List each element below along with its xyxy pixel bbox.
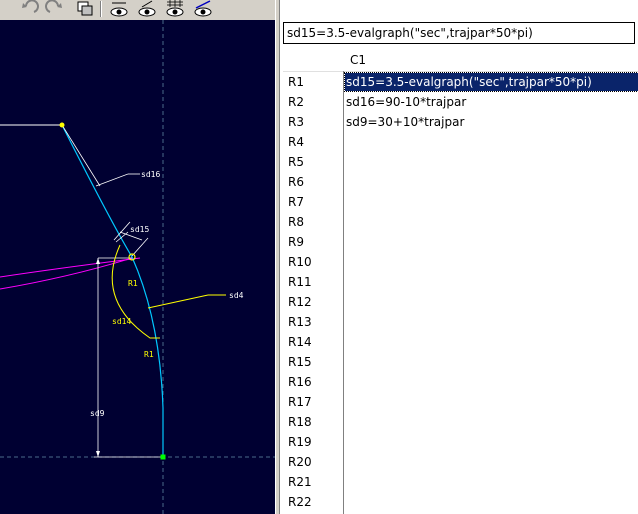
sketch-canvas[interactable]: sd16 sd15 sd4 sd14 sd9 R1 R1 bbox=[0, 20, 275, 514]
row-label[interactable]: R7 bbox=[288, 192, 304, 212]
relation-cell[interactable] bbox=[345, 233, 350, 251]
end-point bbox=[160, 454, 166, 460]
table-row: R19 bbox=[283, 432, 638, 452]
sd16-leader bbox=[61, 124, 101, 187]
table-row: R10 bbox=[283, 252, 638, 272]
row-label[interactable]: R12 bbox=[288, 292, 312, 312]
table-row: R16 bbox=[283, 372, 638, 392]
row-label[interactable]: R20 bbox=[288, 452, 312, 472]
relation-cell[interactable] bbox=[345, 173, 350, 191]
relation-cell[interactable] bbox=[345, 253, 350, 271]
row-label[interactable]: R2 bbox=[288, 92, 304, 112]
column-header-c1[interactable]: C1 bbox=[345, 50, 638, 71]
relation-cell[interactable] bbox=[345, 373, 350, 391]
sd4-leader bbox=[147, 294, 209, 309]
eye-dimension-icon[interactable] bbox=[136, 0, 158, 18]
sd15-label: sd15 bbox=[130, 225, 149, 234]
row-label[interactable]: R1 bbox=[288, 72, 304, 92]
row-label[interactable]: R15 bbox=[288, 352, 312, 372]
sd16-label: sd16 bbox=[141, 170, 160, 179]
relation-cell[interactable] bbox=[345, 133, 350, 151]
relation-cell[interactable] bbox=[345, 453, 350, 471]
row-label[interactable]: R6 bbox=[288, 172, 304, 192]
table-row: R1 sd15=3.5-evalgraph("sec",trajpar*50*pi… bbox=[283, 72, 638, 92]
sd4-label: sd4 bbox=[229, 291, 244, 300]
row-label[interactable]: R3 bbox=[288, 112, 304, 132]
table-row: R8 bbox=[283, 212, 638, 232]
table-row: R6 bbox=[283, 172, 638, 192]
table-row: R18 bbox=[283, 412, 638, 432]
table-row: R20 bbox=[283, 452, 638, 472]
sd14-label: sd14 bbox=[112, 317, 131, 326]
table-row: R14 bbox=[283, 332, 638, 352]
trajectory-curve bbox=[0, 257, 141, 278]
relations-grid: C1 R1 sd15=3.5-evalgraph("sec",trajpar*50… bbox=[283, 50, 638, 514]
relation-cell[interactable]: sd16=90-10*trajpar bbox=[345, 93, 470, 111]
table-row: R4 bbox=[283, 132, 638, 152]
table-row: R9 bbox=[283, 232, 638, 252]
table-row: R21 bbox=[283, 472, 638, 492]
row-label[interactable]: R17 bbox=[288, 392, 312, 412]
eye-grid-icon[interactable] bbox=[164, 0, 186, 18]
redo-icon[interactable] bbox=[44, 0, 66, 18]
relation-cell[interactable] bbox=[345, 393, 350, 411]
relation-cell[interactable] bbox=[345, 153, 350, 171]
row-label[interactable]: R8 bbox=[288, 212, 304, 232]
relation-cell[interactable]: sd15=3.5-evalgraph("sec",trajpar*50*pi) bbox=[344, 72, 638, 92]
eye-sketch-icon[interactable] bbox=[192, 0, 214, 18]
formula-bar[interactable]: sd15=3.5-evalgraph("sec",trajpar*50*pi) bbox=[283, 22, 635, 44]
relation-cell[interactable] bbox=[345, 313, 350, 331]
row-label[interactable]: R10 bbox=[288, 252, 312, 272]
relation-cell[interactable] bbox=[345, 413, 350, 431]
relation-cell[interactable] bbox=[345, 473, 350, 491]
relation-cell[interactable] bbox=[345, 193, 350, 211]
relation-cell[interactable] bbox=[345, 213, 350, 231]
radius-label-top: R1 bbox=[128, 279, 138, 288]
table-row: R17 bbox=[283, 392, 638, 412]
undo-icon[interactable] bbox=[18, 0, 40, 18]
row-label[interactable]: R13 bbox=[288, 312, 312, 332]
row-label[interactable]: R19 bbox=[288, 432, 312, 452]
row-label[interactable]: R5 bbox=[288, 152, 304, 172]
table-row: R11 bbox=[283, 272, 638, 292]
relation-cell[interactable] bbox=[345, 493, 350, 511]
relation-cell[interactable] bbox=[345, 293, 350, 311]
row-label[interactable]: R9 bbox=[288, 232, 304, 252]
row-label[interactable]: R11 bbox=[288, 272, 312, 292]
table-row: R12 bbox=[283, 292, 638, 312]
copy-view-icon[interactable] bbox=[74, 0, 96, 18]
row-label[interactable]: R4 bbox=[288, 132, 304, 152]
table-row: R2 sd16=90-10*trajpar bbox=[283, 92, 638, 112]
relation-cell[interactable] bbox=[345, 333, 350, 351]
sd9-label: sd9 bbox=[90, 409, 105, 418]
row-label[interactable]: R18 bbox=[288, 412, 312, 432]
relation-cell[interactable] bbox=[345, 273, 350, 291]
table-row: R7 bbox=[283, 192, 638, 212]
row-label[interactable]: R21 bbox=[288, 472, 312, 492]
relation-cell[interactable] bbox=[345, 433, 350, 451]
table-row: R15 bbox=[283, 352, 638, 372]
start-point bbox=[59, 122, 65, 128]
table-row: R3 sd9=30+10*trajpar bbox=[283, 112, 638, 132]
relation-cell[interactable]: sd9=30+10*trajpar bbox=[345, 113, 468, 131]
relations-panel: sd15=3.5-evalgraph("sec",trajpar*50*pi) … bbox=[280, 0, 638, 514]
row-label[interactable]: R16 bbox=[288, 372, 312, 392]
row-label[interactable]: R22 bbox=[288, 492, 312, 512]
row-label[interactable]: R14 bbox=[288, 332, 312, 352]
table-row: R5 bbox=[283, 152, 638, 172]
eye-icon[interactable] bbox=[108, 0, 130, 18]
table-row: R22 bbox=[283, 492, 638, 512]
relation-cell[interactable] bbox=[345, 353, 350, 371]
table-row: R13 bbox=[283, 312, 638, 332]
toolbar bbox=[0, 0, 276, 21]
radius-label-bottom: R1 bbox=[144, 350, 154, 359]
